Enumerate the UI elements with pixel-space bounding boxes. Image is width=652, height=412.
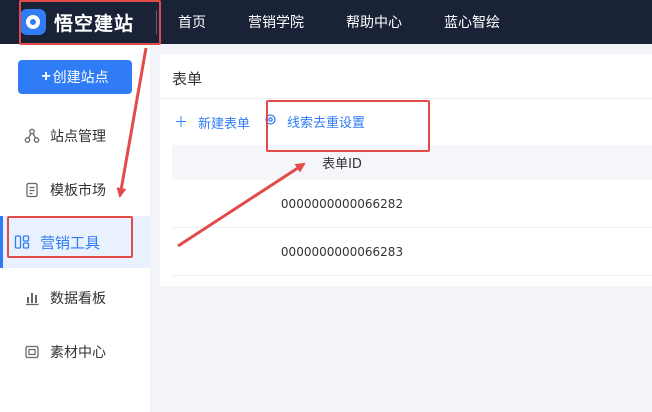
column-header-form-id: 表单ID (322, 157, 362, 172)
bar-chart-icon (24, 290, 40, 306)
sidebar: + 创建站点 站点管理 模板市场 营销工具 数据看板 素材中心 (0, 44, 150, 412)
nav-item-ai-draw[interactable]: 蓝心智绘 (444, 12, 500, 32)
create-site-label: 创建站点 (52, 69, 109, 85)
form-id-cell: 0000000000066283 (280, 244, 404, 259)
material-icon (24, 344, 40, 360)
plus-icon: ＋ (174, 115, 188, 131)
divider (160, 98, 652, 99)
main-nav: 首页 营销学院 帮助中心 蓝心智绘 (178, 0, 542, 44)
nav-item-help[interactable]: 帮助中心 (346, 12, 402, 32)
sidebar-item-data-board[interactable]: 数据看板 (0, 272, 150, 324)
sidebar-item-label: 模板市场 (50, 183, 106, 199)
form-id-cell: 0000000000066282 (280, 196, 404, 211)
logo-text: 悟空建站 (54, 12, 135, 35)
table-header: 表单ID (172, 145, 652, 180)
sidebar-item-material-center[interactable]: 素材中心 (0, 326, 150, 378)
logo-divider (156, 10, 157, 34)
sidebar-item-template-market[interactable]: 模板市场 (0, 164, 150, 216)
sidebar-item-label: 素材中心 (50, 345, 106, 361)
settings-icon (264, 113, 277, 130)
main-panel: 表单 ＋ 新建表单 线索去重设置 表单ID 0000000000066282 0… (160, 54, 652, 286)
sidebar-item-label: 站点管理 (50, 129, 106, 145)
template-icon (24, 182, 40, 198)
sidebar-item-label: 营销工具 (40, 233, 101, 252)
nav-item-academy[interactable]: 营销学院 (248, 12, 304, 32)
nav-item-home[interactable]: 首页 (178, 12, 206, 32)
sidebar-item-marketing-tools[interactable]: 营销工具 (0, 216, 150, 268)
sidebar-item-label: 数据看板 (50, 291, 106, 307)
form-table: 表单ID 0000000000066282 0000000000066283 (172, 145, 652, 276)
table-row[interactable]: 0000000000066283 (172, 228, 652, 276)
sidebar-item-site-manage[interactable]: 站点管理 (0, 110, 150, 162)
logo[interactable]: 悟空建站 (20, 0, 134, 44)
marketing-tool-icon (14, 234, 30, 250)
lead-dedup-settings-button[interactable]: 线索去重设置 (264, 112, 365, 131)
new-form-label: 新建表单 (198, 116, 251, 132)
new-form-button[interactable]: ＋ 新建表单 (174, 112, 250, 132)
top-navbar: 悟空建站 首页 营销学院 帮助中心 蓝心智绘 (0, 0, 652, 44)
create-site-button[interactable]: + 创建站点 (18, 60, 132, 94)
logo-icon (20, 9, 46, 35)
sitemap-icon (24, 128, 40, 144)
page-title: 表单 (172, 70, 203, 88)
plus-icon: + (41, 68, 51, 85)
lead-dedup-settings-label: 线索去重设置 (287, 116, 366, 131)
table-row[interactable]: 0000000000066282 (172, 180, 652, 228)
